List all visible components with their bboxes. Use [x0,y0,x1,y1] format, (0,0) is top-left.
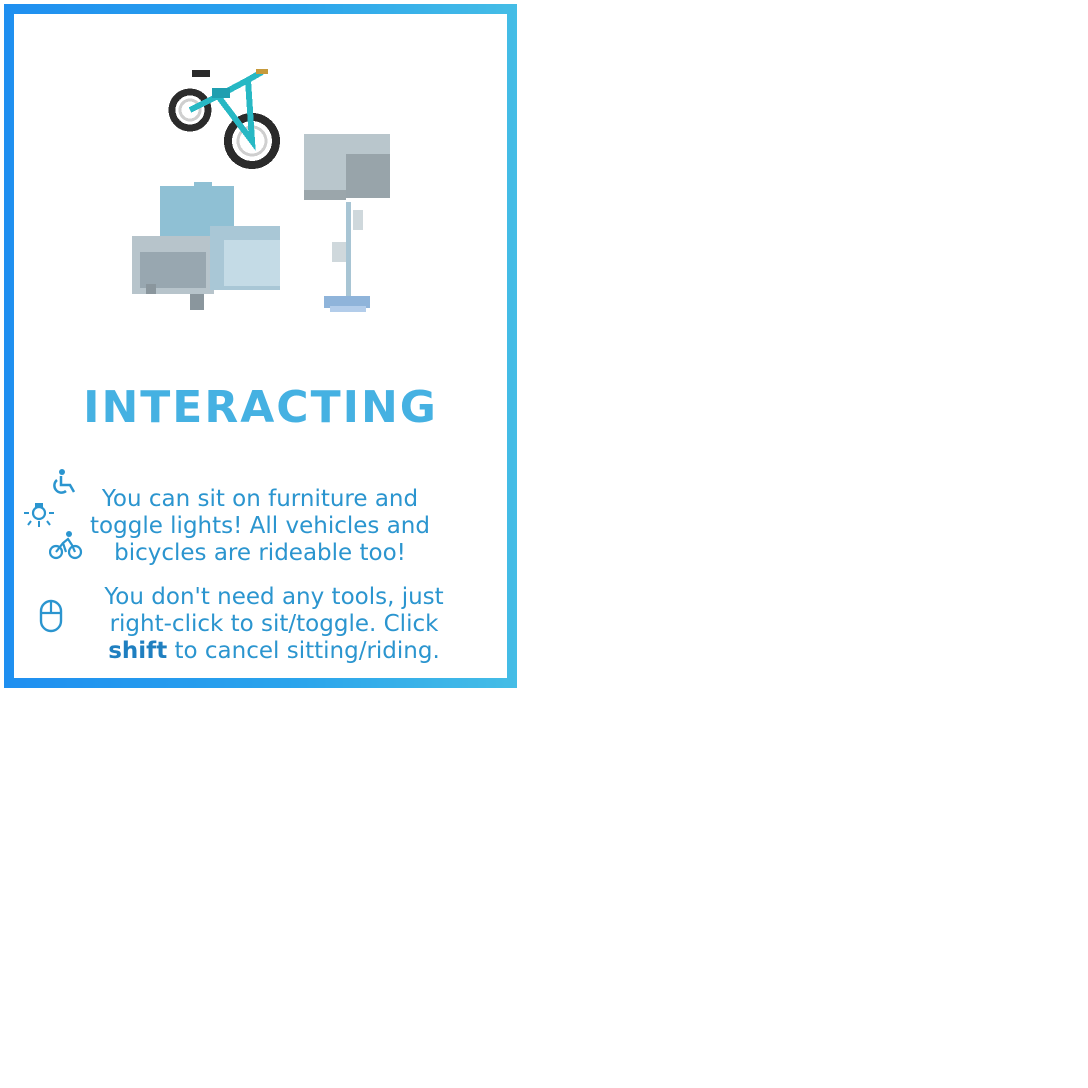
tip-sit-and-toggle: You can sit on furniture and toggle ligh… [14,468,507,566]
mouse-icon [39,599,63,633]
armchair-icon [132,182,280,310]
floor-lamp-icon [304,134,390,312]
tip-right-click-line-1: You don't need any tools, just [104,584,444,610]
tip-sit-line-1: You can sit on furniture and [101,486,419,512]
tip-sit-line-3: bicycles are rideable too! [114,540,406,566]
lightbulb-icon [24,503,54,527]
shift-key-label: shift [108,638,168,664]
tip-right-click-line-3-rest: to cancel sitting/riding. [167,638,440,664]
info-card: INTERACTING You can sit on furniture and… [4,4,517,688]
tip-right-click-line-2: right-click to sit/toggle. Click [109,611,439,637]
tip-sit-line-2: toggle lights! All vehicles and [90,513,430,539]
tip-right-click-text: You don't need any tools, just right-cli… [84,584,464,665]
tip-right-click: You don't need any tools, just right-cli… [14,584,507,674]
section-heading: INTERACTING [83,382,438,433]
cyclist-icon [49,531,83,560]
info-card-body: INTERACTING You can sit on furniture and… [14,14,507,678]
furniture-illustration [132,69,390,312]
bicycle-icon [168,69,280,169]
tip-right-click-line-3: shift to cancel sitting/riding. [84,638,464,665]
wheelchair-icon [53,469,76,494]
tip-sit-text: You can sit on furniture and toggle ligh… [84,486,436,567]
